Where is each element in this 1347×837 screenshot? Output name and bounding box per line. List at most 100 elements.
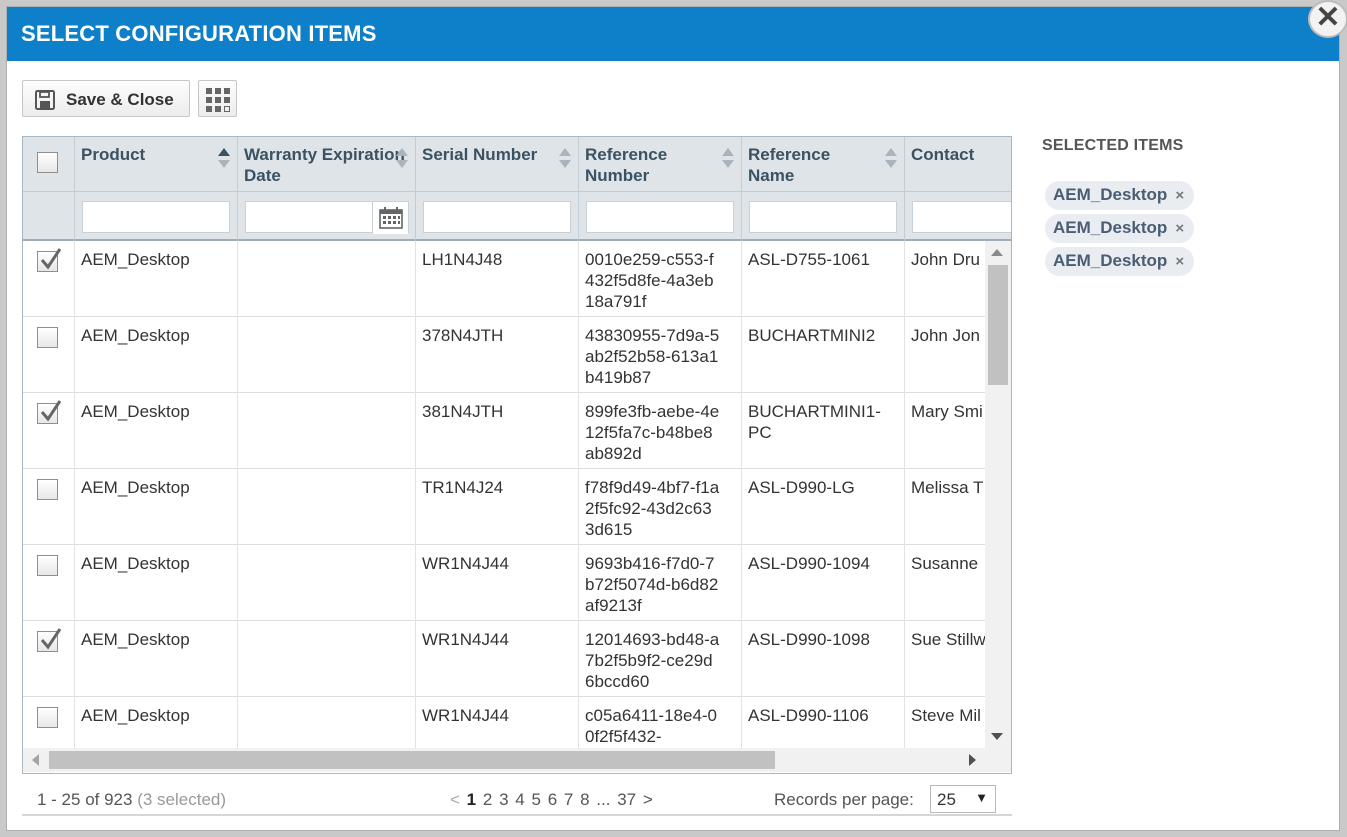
row-checkbox[interactable] (37, 479, 58, 500)
remove-icon[interactable]: × (1175, 220, 1184, 237)
cell-product: AEM_Desktop (75, 621, 238, 697)
column-header-contact[interactable]: Contact (905, 137, 1011, 191)
close-icon[interactable]: ✕ (1308, 0, 1347, 38)
table-row[interactable]: AEM_Desktop 378N4JTH 43830955-7d9a-5ab2f52… (23, 317, 985, 393)
page-link[interactable]: 8 (580, 790, 589, 809)
cell-serial: WR1N4J44 (416, 697, 579, 748)
table-row[interactable]: AEM_Desktop WR1N4J44 12014693-bd48-a7b2f5b… (23, 621, 985, 697)
column-header-serial[interactable]: Serial Number (416, 137, 579, 191)
scroll-down-icon[interactable] (991, 733, 1003, 740)
filter-cell (579, 191, 742, 241)
cell-text: ASL-D990-1106 (748, 706, 869, 725)
pager-range: 1 - 25 of 923 (3 selected) (37, 790, 226, 810)
cell-text: WR1N4J44 (422, 630, 509, 649)
page-link[interactable]: 3 (499, 790, 508, 809)
cell-reference-number: 0010e259-c553-f432f5d8fe-4a3eb18a791f (579, 241, 742, 317)
page-link[interactable]: 1 (467, 790, 476, 809)
next-page-link[interactable]: > (643, 790, 653, 809)
record-range: 1 - 25 of 923 (37, 790, 133, 809)
records-per-page-select[interactable]: 25 ▼ (930, 785, 996, 813)
table-row[interactable]: AEM_Desktop TR1N4J24 f78f9d49-4bf7-f1a2f5f… (23, 469, 985, 545)
cell-text: 12014693-bd48-a7b2f5b9f2-ce29d6bccd60 (585, 630, 720, 691)
contact-filter-input[interactable] (912, 201, 1011, 233)
row-checkbox[interactable] (37, 555, 58, 576)
cell-text: WR1N4J44 (422, 706, 509, 725)
grid-icon (205, 87, 231, 118)
page-link[interactable]: 5 (531, 790, 540, 809)
column-header-warranty[interactable]: Warranty Expiration Date (238, 137, 416, 191)
filter-cell (742, 191, 905, 241)
selected-item-label: AEM_Desktop (1053, 218, 1168, 237)
cell-serial: 378N4JTH (416, 317, 579, 393)
row-checkbox[interactable] (37, 248, 62, 272)
serial-filter-input[interactable] (423, 201, 571, 233)
column-label: Contact (911, 145, 975, 164)
cell-text: ASL-D990-1094 (748, 554, 870, 573)
table-row[interactable]: AEM_Desktop WR1N4J44 c05a6411-18e4-00f2f5f… (23, 697, 985, 748)
cell-warranty (238, 697, 416, 748)
select-all-checkbox[interactable] (37, 152, 58, 173)
save-close-button[interactable]: Save & Close (22, 80, 190, 117)
scroll-left-icon[interactable] (32, 754, 39, 766)
filter-cell (905, 191, 1011, 241)
cell-text: 9693b416-f7d0-7b72f5074d-b6d82af9213f (585, 554, 719, 615)
row-select-cell (23, 697, 75, 748)
column-label: Product (81, 145, 146, 164)
page-link[interactable]: 7 (564, 790, 573, 809)
scroll-up-icon[interactable] (991, 249, 1003, 256)
page-link[interactable]: 4 (515, 790, 524, 809)
cell-text: BUCHARTMINI2 (748, 326, 876, 345)
table-row[interactable]: AEM_Desktop WR1N4J44 9693b416-f7d0-7b72f50… (23, 545, 985, 621)
selected-items-title: SELECTED ITEMS (1042, 137, 1184, 154)
filter-cell (75, 191, 238, 241)
scroll-right-icon[interactable] (969, 754, 976, 766)
cell-text: 378N4JTH (422, 326, 504, 345)
cell-text: 381N4JTH (422, 402, 504, 421)
vertical-scrollbar[interactable] (985, 241, 1011, 748)
page-link[interactable]: 37 (617, 790, 636, 809)
cell-text: AEM_Desktop (81, 630, 190, 649)
cell-text: John Dru (911, 250, 980, 269)
warranty-date-filter-input[interactable] (245, 201, 409, 234)
cell-text: Steve Mil (911, 706, 981, 725)
cell-contact: Susanne (905, 545, 985, 621)
reference-name-filter-input[interactable] (749, 201, 897, 233)
row-checkbox[interactable] (37, 707, 58, 728)
page-link[interactable]: 6 (548, 790, 557, 809)
row-checkbox[interactable] (37, 628, 62, 652)
sort-icon (885, 148, 897, 168)
page-link[interactable]: 2 (483, 790, 492, 809)
column-header-product[interactable]: Product (75, 137, 238, 191)
cell-text: 899fe3fb-aebe-4e12f5fa7c-b48be8ab892d (585, 402, 720, 463)
column-header-reference-name[interactable]: Reference Name (742, 137, 905, 191)
horizontal-scrollbar[interactable] (23, 748, 985, 772)
cell-text: ASL-D990-1098 (748, 630, 870, 649)
cell-text: c05a6411-18e4-00f2f5f432- (585, 706, 718, 746)
row-checkbox[interactable] (37, 400, 62, 424)
remove-icon[interactable]: × (1175, 253, 1184, 270)
column-chooser-button[interactable] (198, 80, 237, 117)
cell-warranty (238, 393, 416, 469)
remove-icon[interactable]: × (1175, 187, 1184, 204)
column-header-reference-number[interactable]: Reference Number (579, 137, 742, 191)
cell-reference-name: ASL-D990-1098 (742, 621, 905, 697)
checkmark-icon (40, 400, 62, 422)
cell-reference-number: 12014693-bd48-a7b2f5b9f2-ce29d6bccd60 (579, 621, 742, 697)
cell-reference-number: c05a6411-18e4-00f2f5f432- (579, 697, 742, 748)
horizontal-scroll-thumb[interactable] (49, 751, 775, 769)
pager: 1 - 25 of 923 (3 selected) < 1 2 3 4 5 6… (22, 774, 1012, 816)
row-checkbox[interactable] (37, 327, 58, 348)
chevron-down-icon: ▼ (975, 790, 988, 805)
product-filter-input[interactable] (82, 201, 230, 233)
table-row[interactable]: AEM_Desktop LH1N4J48 0010e259-c553-f432f5d… (23, 241, 985, 317)
prev-page-link[interactable]: < (450, 790, 460, 809)
cell-text: John Jon (911, 326, 980, 345)
cell-reference-name: BUCHARTMINI1-PC (742, 393, 905, 469)
reference-number-filter-input[interactable] (586, 201, 734, 233)
vertical-scroll-thumb[interactable] (988, 265, 1008, 385)
cell-reference-number: 899fe3fb-aebe-4e12f5fa7c-b48be8ab892d (579, 393, 742, 469)
table-row[interactable]: AEM_Desktop 381N4JTH 899fe3fb-aebe-4e12f5f… (23, 393, 985, 469)
cell-text: 0010e259-c553-f432f5d8fe-4a3eb18a791f (585, 250, 714, 311)
calendar-icon[interactable] (372, 202, 408, 234)
config-items-grid: Product Warranty Expiration Date Serial … (22, 136, 1012, 774)
